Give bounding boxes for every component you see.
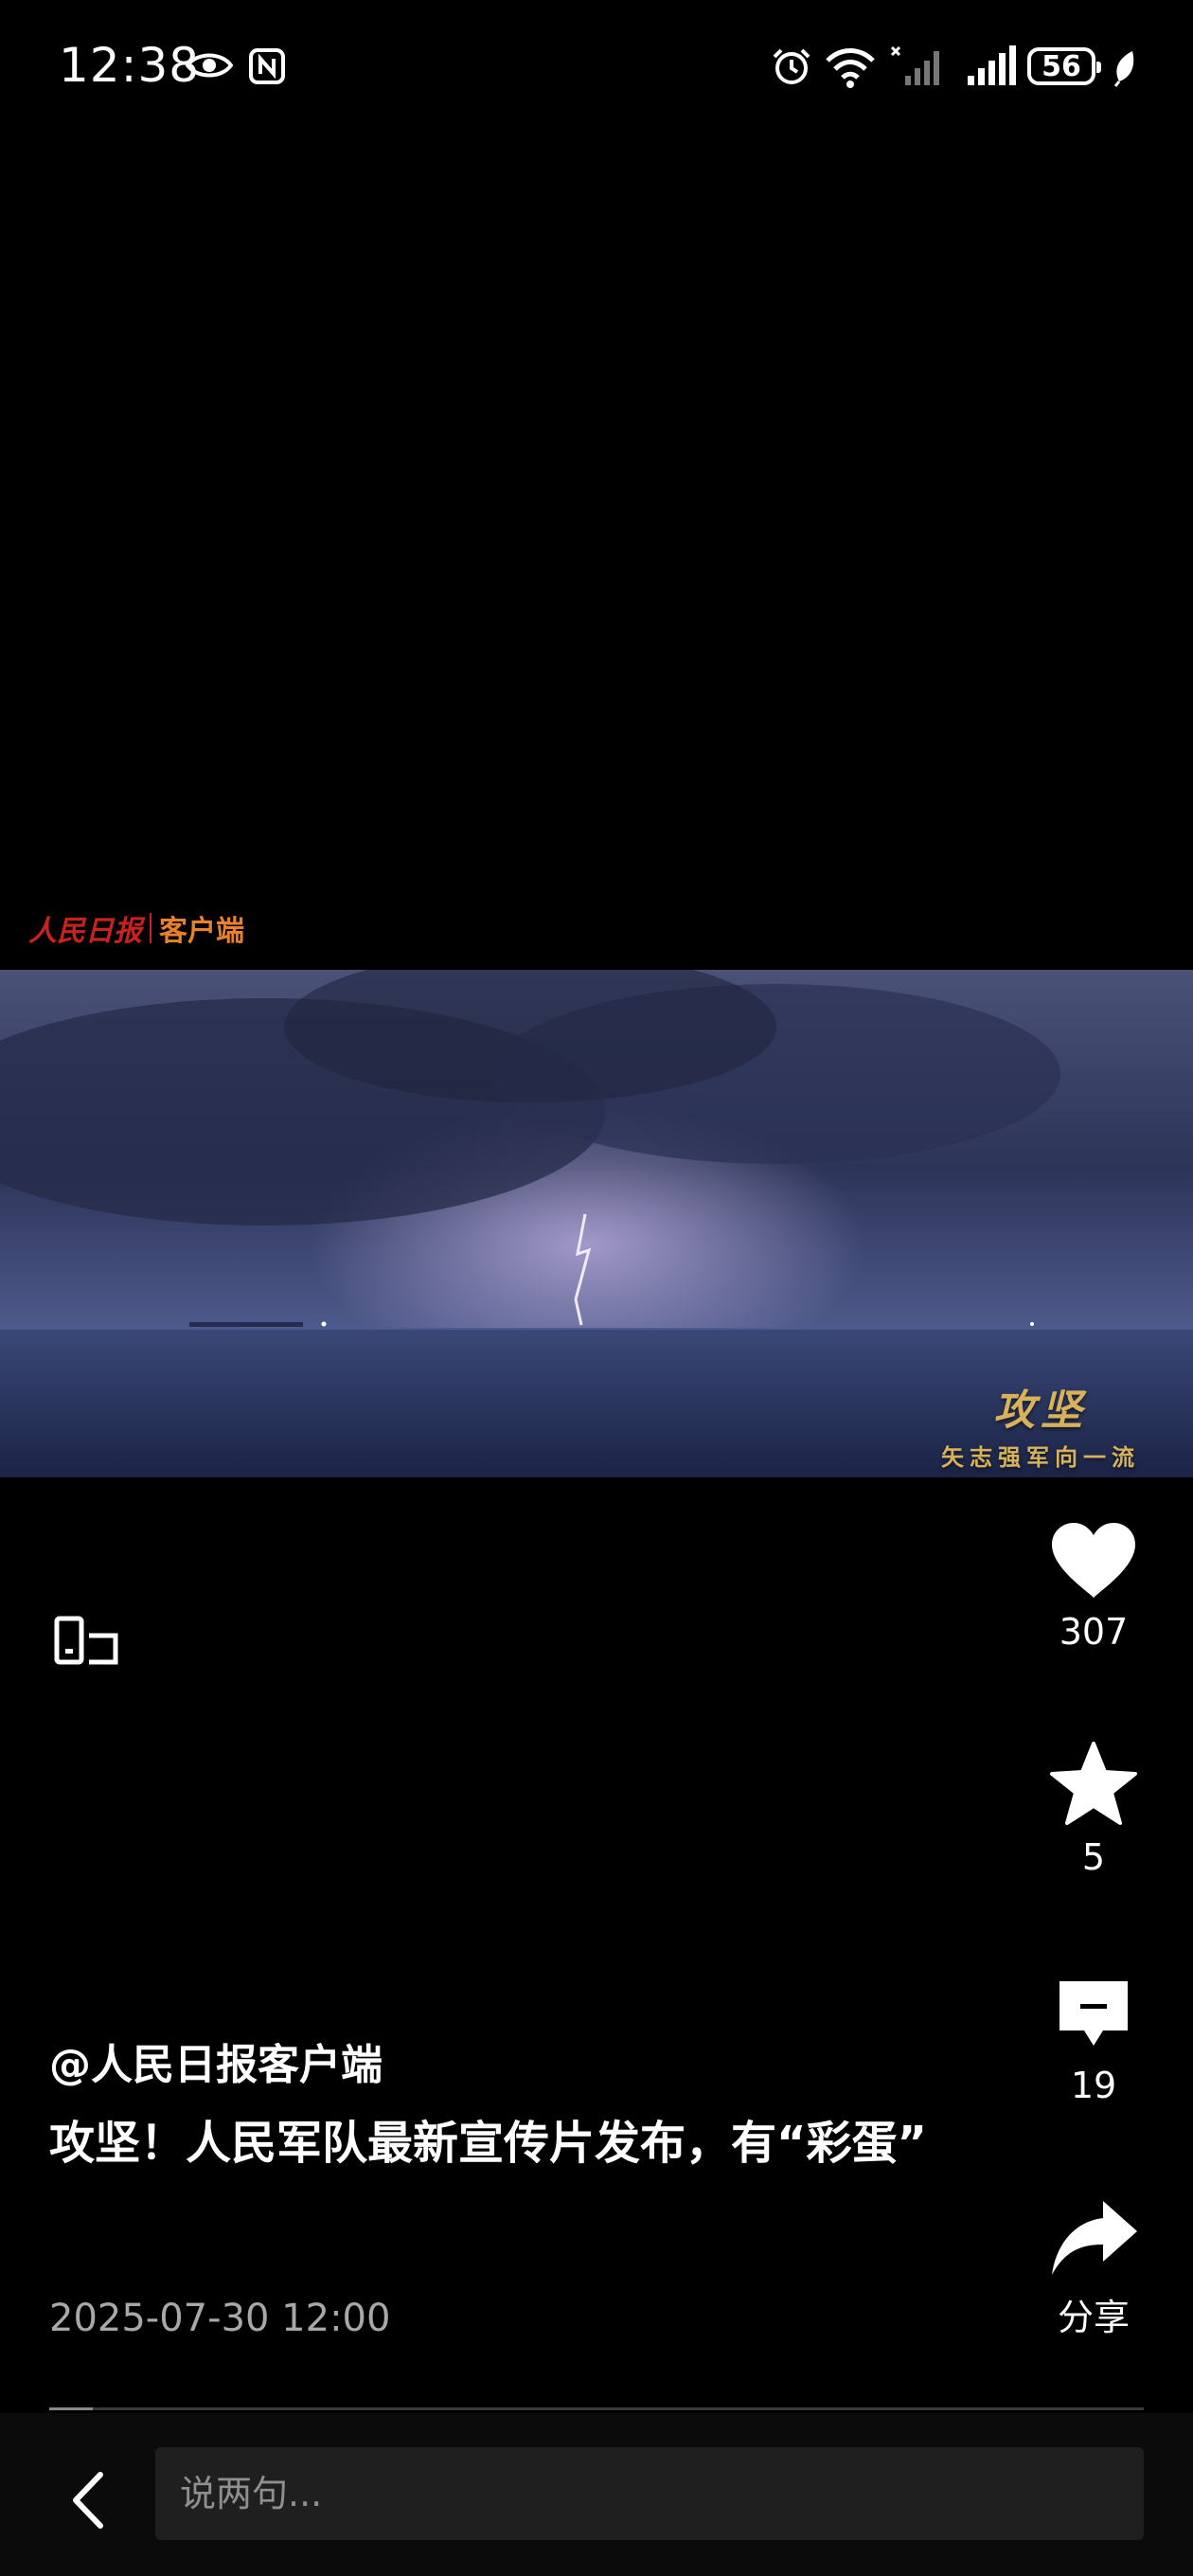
video-caption-title: 攻坚 — [993, 1386, 1088, 1435]
bottom-comment-bar — [0, 2413, 1193, 2576]
star-icon — [1050, 1742, 1137, 1825]
brand-suffix: 客户端 — [159, 915, 244, 948]
alarm-icon — [773, 48, 810, 84]
like-button[interactable]: 307 — [1027, 1520, 1160, 1653]
video-caption-subtitle: 矢志强军向一流 — [941, 1443, 1140, 1471]
video-caption: 攻坚 矢志强军向一流 — [941, 1376, 1140, 1472]
post-date: 2025-07-30 12:00 — [49, 2297, 391, 2340]
heart-icon — [1052, 1523, 1135, 1598]
screen-rotate-icon[interactable] — [53, 1615, 121, 1668]
author-name[interactable]: @人民日报客户端 — [49, 2030, 383, 2091]
like-count: 307 — [1059, 1611, 1129, 1653]
favorite-count: 5 — [1081, 1836, 1106, 1878]
signal-no-service-icon — [890, 45, 939, 85]
nfc-icon — [249, 48, 285, 84]
back-button[interactable] — [49, 2462, 125, 2538]
video-player[interactable]: 攻坚 矢志强军向一流 — [0, 970, 1193, 1477]
status-time: 12:38 — [59, 38, 201, 93]
favorite-button[interactable]: 5 — [1027, 1740, 1160, 1878]
battery-level: 56 — [1042, 49, 1081, 83]
status-bar: 12:38 56 — [0, 0, 1193, 133]
post-title: 攻坚！人民军队最新宣传片发布，有“彩蛋” — [49, 2117, 928, 2170]
brand-watermark: 人民日报 客户端 — [28, 907, 244, 949]
leaf-icon — [1113, 51, 1134, 87]
brand-logo-script: 人民日报 — [28, 915, 142, 948]
share-button[interactable]: 分享 — [1027, 2197, 1160, 2340]
comment-button[interactable]: 19 — [1027, 1976, 1160, 2106]
comment-icon — [1059, 1981, 1128, 2046]
share-label: 分享 — [1057, 2297, 1130, 2338]
comment-input[interactable] — [155, 2447, 1144, 2540]
eye-icon — [186, 53, 233, 78]
video-progress-fill — [49, 2407, 94, 2410]
share-arrow-icon — [1052, 2201, 1137, 2275]
brand-divider — [150, 913, 151, 943]
wifi-icon — [826, 48, 875, 88]
comment-count: 19 — [1070, 2065, 1117, 2106]
battery-icon: 56 — [1027, 47, 1101, 85]
chevron-left-icon — [73, 2472, 103, 2529]
video-progress-bar[interactable] — [49, 2407, 1144, 2410]
signal-icon — [968, 45, 1016, 85]
